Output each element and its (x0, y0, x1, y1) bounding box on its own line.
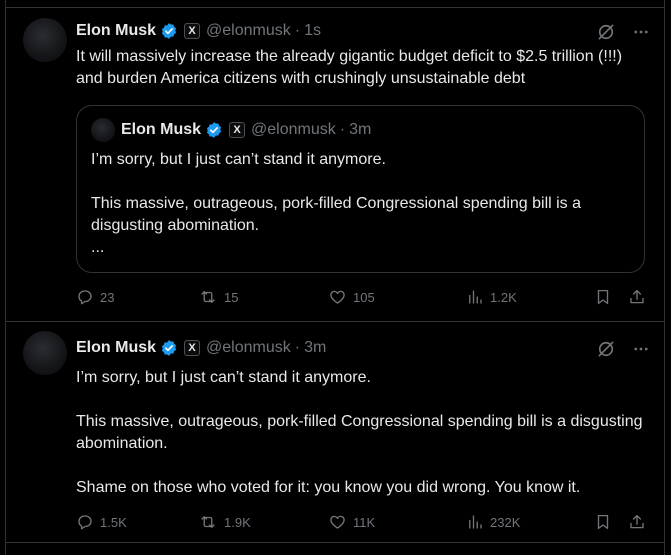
like-count: 105 (353, 289, 375, 305)
quoted-tweet-header: Elon Musk X @elonmusk · 3m (121, 119, 371, 141)
affiliate-x-badge[interactable]: X (184, 23, 201, 39)
tweet-actions: 23 15 105 1.2K (76, 286, 646, 308)
repost-icon (198, 288, 218, 306)
repost-button[interactable]: 1.9K (198, 513, 251, 531)
author-handle: @elonmusk (251, 121, 336, 138)
more-icon[interactable] (632, 340, 650, 358)
meta-separator: · (294, 22, 301, 39)
author-name[interactable]: Elon Musk (76, 339, 156, 357)
avatar (91, 118, 115, 142)
quoted-tweet[interactable]: Elon Musk X @elonmusk · 3m I’m sorry, bu… (76, 105, 645, 273)
like-button[interactable]: 11K (328, 513, 375, 531)
meta-separator: · (339, 121, 346, 138)
grok-icon[interactable] (596, 22, 616, 42)
heart-icon (328, 288, 347, 306)
author-name[interactable]: Elon Musk (76, 22, 156, 40)
share-button[interactable] (628, 513, 646, 531)
reply-icon (76, 288, 94, 306)
reply-button[interactable]: 1.5K (76, 513, 127, 531)
repost-count: 1.9K (224, 514, 251, 530)
tweet-text: It will massively increase the already g… (76, 48, 623, 87)
verified-badge-icon (205, 121, 223, 139)
reply-count: 23 (100, 289, 115, 305)
meta-separator: · (294, 339, 301, 356)
heart-icon (328, 513, 347, 531)
more-icon[interactable] (632, 23, 650, 41)
timestamp[interactable]: 1s (304, 22, 321, 40)
reply-button[interactable]: 23 (76, 288, 114, 306)
bookmark-button[interactable] (594, 288, 612, 306)
reply-count: 1.5K (100, 514, 127, 530)
timestamp[interactable]: 3m (304, 339, 326, 357)
like-button[interactable]: 105 (328, 288, 375, 306)
tweet-header-actions (596, 339, 650, 359)
share-icon (628, 513, 646, 531)
view-count: 1.2K (490, 289, 517, 305)
affiliate-x-badge: X (229, 122, 246, 138)
repost-count: 15 (224, 289, 239, 305)
tweet-actions: 1.5K 1.9K 11K 232K (76, 511, 646, 533)
author-handle[interactable]: @elonmusk (206, 339, 291, 357)
share-button[interactable] (628, 288, 646, 306)
avatar[interactable] (23, 331, 67, 375)
view-count: 232K (490, 514, 521, 530)
views-icon (466, 288, 484, 306)
tweet-text: I’m sorry, but I just can’t stand it any… (76, 369, 643, 496)
author-name: Elon Musk (121, 121, 202, 138)
timestamp: 3m (349, 121, 372, 138)
reply-icon (76, 513, 94, 531)
affiliate-x-badge[interactable]: X (184, 340, 201, 356)
grok-icon[interactable] (596, 339, 616, 359)
verified-badge-icon[interactable] (160, 339, 178, 357)
avatar[interactable] (23, 18, 67, 62)
views-icon (466, 513, 484, 531)
tweet-header-actions (596, 22, 650, 42)
views-button[interactable]: 1.2K (466, 288, 517, 306)
share-icon (628, 288, 646, 306)
tweet[interactable]: Elon Musk X @elonmusk · 1s It will massi… (6, 8, 664, 322)
author-handle[interactable]: @elonmusk (206, 22, 291, 40)
quoted-tweet-text: I’m sorry, but I just can’t stand it any… (91, 151, 582, 256)
bookmark-button[interactable] (594, 513, 612, 531)
previous-post-edge (6, 0, 664, 8)
tweet-header: Elon Musk X @elonmusk · 3m (76, 337, 326, 359)
verified-badge-icon[interactable] (160, 22, 178, 40)
next-post-edge (6, 544, 664, 555)
bookmark-icon (594, 513, 612, 531)
repost-button[interactable]: 15 (198, 288, 238, 306)
views-button[interactable]: 232K (466, 513, 520, 531)
tweet[interactable]: Elon Musk X @elonmusk · 3m I’m sorry, bu… (6, 323, 664, 543)
tweet-header: Elon Musk X @elonmusk · 1s (76, 20, 321, 42)
timeline-feed: Elon Musk X @elonmusk · 1s It will massi… (5, 0, 665, 555)
like-count: 11K (353, 514, 376, 530)
bookmark-icon (594, 288, 612, 306)
repost-icon (198, 513, 218, 531)
